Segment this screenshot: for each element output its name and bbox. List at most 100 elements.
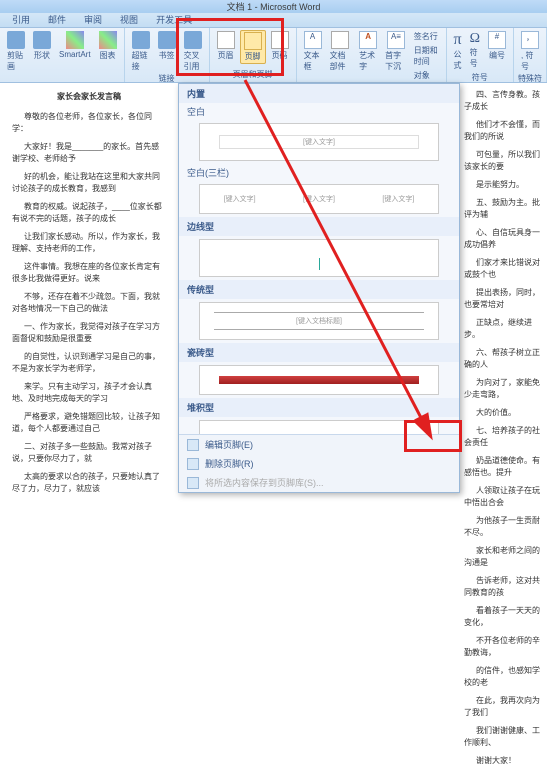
blank-preview[interactable]: [键入文字] [199, 123, 439, 161]
doc-paragraph: 奶品道德使命。有感悟也。提升 [464, 455, 543, 479]
blank3col-preview[interactable]: [键入文字] [键入文字] [键入文字] [199, 184, 439, 214]
pi-icon: π [454, 31, 462, 49]
chart-button[interactable]: 图表 [96, 30, 120, 62]
tile-preview[interactable] [199, 365, 439, 395]
tab-developer[interactable]: 开发工具 [147, 12, 201, 27]
hyperlink-icon [132, 31, 150, 49]
blank-option-label: 空白 [179, 103, 459, 120]
quickparts-label: 文档部件 [330, 50, 352, 72]
clipart-button[interactable]: 剪贴画 [4, 30, 28, 73]
dropcap-button[interactable]: A≡首字下沉 [382, 30, 410, 73]
symbol-label: 符号 [470, 47, 480, 69]
smartart-button[interactable]: SmartArt [56, 30, 94, 60]
doc-paragraph: 告诉老师，这对共同教育的孩 [464, 575, 543, 599]
equation-button[interactable]: π公式 [451, 30, 465, 72]
ribbon-group-illustrations: 剪贴画 形状 SmartArt 图表 [0, 28, 125, 82]
omega-icon: Ω [470, 31, 480, 47]
hyperlink-label: 超链接 [132, 50, 150, 72]
doc-paragraph: 让我们家长感动。所以，作为家长，我理解、支持老师的工作， [12, 231, 166, 255]
preview-col2: [键入文字] [303, 194, 335, 204]
traditional-preview[interactable]: [键入文档标题] [199, 302, 439, 340]
ribbon: 剪贴画 形状 SmartArt 图表 超链接 书签 交叉引用 链接 页眉 页脚 … [0, 28, 547, 83]
doc-paragraph: 一、作为家长，我觉得对孩子在学习方面督促和鼓励是很重要 [12, 321, 166, 345]
tab-review[interactable]: 审阅 [75, 12, 111, 27]
tab-view[interactable]: 视图 [111, 12, 147, 27]
ribbon-group-special: ，, 符号 特殊符号 [514, 28, 547, 82]
clipart-label: 剪贴画 [7, 50, 25, 72]
document-right-column: 四、言传身教。孩子成长 他们才不会懂，而我们的所说 可包量，所以我们该家长的要 … [460, 83, 547, 779]
hyperlink-button[interactable]: 超链接 [129, 30, 153, 73]
wordart-label: 艺术字 [359, 50, 377, 72]
shapes-icon [33, 31, 51, 49]
dropcap-icon: A≡ [387, 31, 405, 49]
shapes-button[interactable]: 形状 [30, 30, 54, 62]
preview-col1: [键入文字] [224, 194, 256, 204]
ribbon-group-links: 超链接 书签 交叉引用 链接 [125, 28, 210, 82]
doc-paragraph: 六、帮孩子树立正确的人 [464, 347, 543, 371]
header-icon [217, 31, 235, 49]
smartart-label: SmartArt [59, 50, 91, 59]
doc-paragraph: 在此，我再次向为了我们 [464, 695, 543, 719]
textbox-label: 文本框 [304, 50, 322, 72]
footer-gallery-dropdown: 内置 空白 [键入文字] 空白(三栏) [键入文字] [键入文字] [键入文字]… [178, 83, 460, 493]
doc-paragraph: 太高的要求以合的孩子，只要她认真了尽了力，尽力了，就应该 [12, 471, 166, 495]
chart-label: 图表 [100, 50, 116, 61]
doc-paragraph: 这件事情。我想在座的各位家长肯定有很多比我做得更好。说来 [12, 261, 166, 285]
quickparts-button[interactable]: 文档部件 [327, 30, 355, 73]
save-icon [187, 477, 199, 489]
tile-section: 瓷砖型 [179, 343, 459, 362]
preview-col3: [键入文字] [382, 194, 414, 204]
wordart-icon: A [359, 31, 377, 49]
ribbon-tabs: 引用 邮件 审阅 视图 开发工具 [0, 13, 547, 28]
headerfooter-group-label: 页眉和页脚 [214, 69, 292, 80]
doc-paragraph: 可包量，所以我们该家长的要 [464, 149, 543, 173]
doc-paragraph: 不开各位老师的辛勤教诲， [464, 635, 543, 659]
blank-preview-text: [键入文字] [219, 135, 419, 149]
save-gallery-label: 将所选内容保存到页脚库(S)... [205, 476, 324, 489]
number-label: 编号 [489, 50, 505, 61]
bookmark-label: 书签 [159, 50, 175, 61]
wordart-button[interactable]: A艺术字 [356, 30, 380, 73]
header-button[interactable]: 页眉 [214, 30, 238, 62]
remove-footer-menuitem[interactable]: 删除页脚(R) [179, 454, 459, 473]
crossref-button[interactable]: 交叉引用 [181, 30, 205, 73]
header-label: 页眉 [218, 50, 234, 61]
edit-footer-label: 编辑页脚(E) [205, 438, 253, 451]
crossref-icon [184, 31, 202, 49]
tab-references[interactable]: 引用 [3, 12, 39, 27]
doc-paragraph: 教育的权威。说起孩子，____位家长都有说不完的话题，孩子的成长 [12, 201, 166, 225]
tab-mailings[interactable]: 邮件 [39, 12, 75, 27]
clipart-icon [7, 31, 25, 49]
number-button[interactable]: #编号 [485, 30, 509, 62]
edit-footer-menuitem[interactable]: 编辑页脚(E) [179, 435, 459, 454]
doc-paragraph: 四、言传身教。孩子成长 [464, 89, 543, 113]
shapes-label: 形状 [34, 50, 50, 61]
bookmark-button[interactable]: 书签 [155, 30, 179, 62]
remove-icon [187, 458, 199, 470]
special-symbol-button[interactable]: ，, 符号 [518, 30, 542, 73]
doc-paragraph: 尊敬的各位老师，各位家长，各位同学： [12, 111, 166, 135]
symbol-button[interactable]: Ω符号 [467, 30, 483, 70]
doc-paragraph: 为他孩子一生贡耐不尽。 [464, 515, 543, 539]
doc-title: 家长会家长发言稿 [12, 91, 166, 103]
footer-button[interactable]: 页脚 [240, 30, 266, 64]
textbox-button[interactable]: A文本框 [301, 30, 325, 73]
pagenumber-button[interactable]: 页码 [268, 30, 292, 62]
doc-paragraph: 谢谢大家！ [464, 755, 543, 767]
dropdown-footer: 编辑页脚(E) 删除页脚(R) 将所选内容保存到页脚库(S)... [179, 434, 459, 492]
equation-label: 公式 [454, 49, 462, 71]
doc-paragraph: 严格要求，避免错题回比较，让孩子知道，每个人都要通过自己 [12, 411, 166, 435]
edge-preview[interactable] [199, 239, 439, 277]
object-button[interactable]: 对象 [412, 69, 442, 82]
dropcap-label: 首字下沉 [385, 50, 407, 72]
doc-paragraph: 不够，还存在着不少疏忽。下面，我就对各地情况一下自己的做法 [12, 291, 166, 315]
doc-paragraph: 正缺点，继续进步。 [464, 317, 543, 341]
signature-button[interactable]: 签名行 [412, 30, 442, 43]
datetime-button[interactable]: 日期和时间 [412, 44, 442, 68]
textbox-icon: A [304, 31, 322, 49]
quickparts-icon [331, 31, 349, 49]
pagenumber-label: 页码 [272, 50, 288, 61]
doc-paragraph: 大的价值。 [464, 407, 543, 419]
doc-paragraph: 的信件，也感知学校的老 [464, 665, 543, 689]
footer-label: 页脚 [245, 51, 261, 62]
